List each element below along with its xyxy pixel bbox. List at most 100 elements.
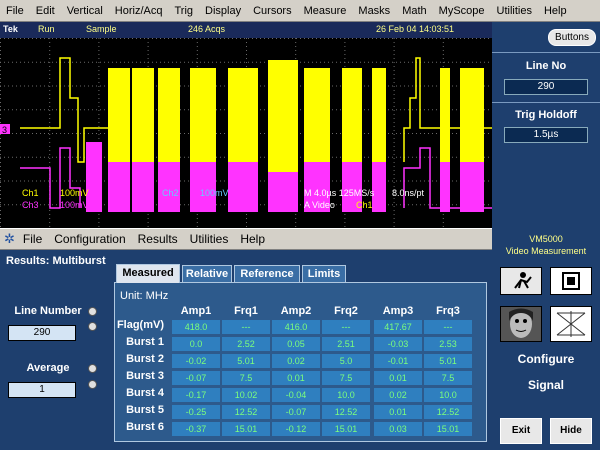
column-header: Amp2 (280, 305, 312, 317)
average-radio[interactable] (88, 364, 97, 373)
table-cell: 12.52 (424, 405, 472, 419)
row-label: Flag(mV) (116, 319, 164, 331)
table-cell: -0.04 (272, 388, 320, 402)
table-cell: 0.02 (272, 354, 320, 368)
menu-cursors[interactable]: Cursors (247, 5, 298, 17)
table-cell: -0.02 (172, 354, 220, 368)
datetime: 26 Feb 04 14:03:51 (376, 24, 455, 34)
column-header: Frq3 (436, 305, 460, 317)
exit-button[interactable]: Exit (500, 418, 542, 444)
row-label: Burst 4 (126, 387, 164, 399)
ch3-readout: Ch3 (22, 200, 39, 210)
unit-label: Unit: MHz (120, 290, 169, 302)
table-cell: 0.0 (172, 337, 220, 351)
app-menu-configuration[interactable]: Configuration (48, 232, 131, 246)
app-logo-icon: ✲ (4, 231, 15, 246)
table-cell: 7.5 (424, 371, 472, 385)
acq-count: 246 Acqs (188, 24, 226, 34)
table-cell: 15.01 (222, 422, 270, 436)
scope-menubar: File Edit Vertical Horiz/Acq Trig Display Curs… (0, 0, 600, 22)
vm-title: VM5000 (529, 234, 563, 244)
ch3-marker-label: 3 (2, 125, 7, 135)
menu-utilities[interactable]: Utilities (491, 5, 538, 17)
menu-horizacq[interactable]: Horiz/Acq (109, 5, 169, 17)
tab-measured[interactable]: Measured (116, 264, 180, 283)
table-cell: 12.52 (222, 405, 270, 419)
line-no-label: Line No (525, 60, 567, 72)
run-state: Run (38, 24, 55, 34)
row-label: Burst 5 (126, 404, 164, 416)
configure-label: Configure (517, 352, 575, 366)
table-cell: 2.51 (322, 337, 370, 351)
table-cell: 12.52 (322, 405, 370, 419)
table-cell: 7.5 (222, 371, 270, 385)
tab-limits[interactable]: Limits (302, 265, 346, 282)
menu-display[interactable]: Display (199, 5, 247, 17)
line-no-value[interactable]: 290 (504, 79, 588, 95)
table-cell: -0.07 (272, 405, 320, 419)
column-header: Amp1 (180, 305, 212, 317)
table-cell: 5.01 (424, 354, 472, 368)
table-cell: 0.05 (272, 337, 320, 351)
line-number-radio[interactable] (88, 307, 97, 316)
column-header: Frq2 (334, 305, 358, 317)
table-cell: -0.07 (172, 371, 220, 385)
table-cell: -0.17 (172, 388, 220, 402)
menu-edit[interactable]: Edit (30, 5, 61, 17)
ch1-scale: 100mV (60, 188, 89, 198)
waveform-display[interactable]: 3 Ch1 100mV Ch2 100mV Ch3 100mV M 4.0µs … (0, 38, 492, 228)
line-number-radio-2[interactable] (88, 322, 97, 331)
face-icon[interactable] (500, 306, 542, 342)
table-cell: 0.03 (374, 422, 422, 436)
average-radio-2[interactable] (88, 380, 97, 389)
trig-holdoff-value[interactable]: 1.5µs (504, 127, 588, 143)
results-title: Results: Multiburst (6, 255, 106, 267)
tab-reference[interactable]: Reference (234, 265, 300, 282)
app-menu-utilities[interactable]: Utilities (184, 232, 235, 246)
menu-trig[interactable]: Trig (168, 5, 199, 17)
table-cell: 416.0 (272, 320, 320, 334)
menu-measure[interactable]: Measure (298, 5, 353, 17)
row-label: Burst 3 (126, 370, 164, 382)
divider (492, 52, 600, 53)
table-cell: 15.01 (322, 422, 370, 436)
status-bar: Tek Run Sample 246 Acqs 26 Feb 04 14:03:… (0, 22, 492, 38)
menu-help[interactable]: Help (538, 5, 573, 17)
stop-icon[interactable] (550, 267, 592, 295)
buttons-button[interactable]: Buttons (548, 29, 596, 46)
tab-relative[interactable]: Relative (182, 265, 232, 282)
table-cell: -0.03 (374, 337, 422, 351)
app-menu-results[interactable]: Results (132, 232, 184, 246)
table-cell: --- (424, 320, 472, 334)
trigger-type: A Video (304, 200, 335, 210)
trig-holdoff-label: Trig Holdoff (515, 109, 577, 121)
menu-vertical[interactable]: Vertical (61, 5, 109, 17)
vm-subtitle: Video Measurement (505, 246, 587, 256)
app-menu-help[interactable]: Help (234, 232, 271, 246)
menu-file[interactable]: File (0, 5, 30, 17)
signal-label: Signal (527, 378, 564, 392)
results-left-pane (0, 250, 112, 450)
signal-pattern-icon[interactable] (550, 306, 592, 342)
app-menubar: ✲ File Configuration Results Utilities Help (0, 228, 492, 250)
divider (492, 102, 600, 103)
run-icon[interactable] (500, 267, 542, 295)
menu-masks[interactable]: Masks (352, 5, 396, 17)
average-field[interactable]: 1 (8, 382, 76, 398)
table-cell: 417.67 (374, 320, 422, 334)
timebase-readout: M 4.0µs 125MS/s (304, 188, 375, 198)
line-number-field[interactable]: 290 (8, 325, 76, 341)
points-readout: 8.0ns/pt (392, 188, 425, 198)
table-cell: 15.01 (424, 422, 472, 436)
table-cell: --- (222, 320, 270, 334)
table-cell: 5.0 (322, 354, 370, 368)
menu-myscope[interactable]: MyScope (433, 5, 491, 17)
waveform-svg: 3 Ch1 100mV Ch2 100mV Ch3 100mV M 4.0µs … (0, 38, 492, 227)
table-cell: 10.02 (222, 388, 270, 402)
app-menu-file[interactable]: File (17, 232, 48, 246)
table-cell: 7.5 (322, 371, 370, 385)
hide-button[interactable]: Hide (550, 418, 592, 444)
menu-math[interactable]: Math (396, 5, 432, 17)
column-header: Frq1 (234, 305, 258, 317)
table-cell: 0.01 (374, 371, 422, 385)
